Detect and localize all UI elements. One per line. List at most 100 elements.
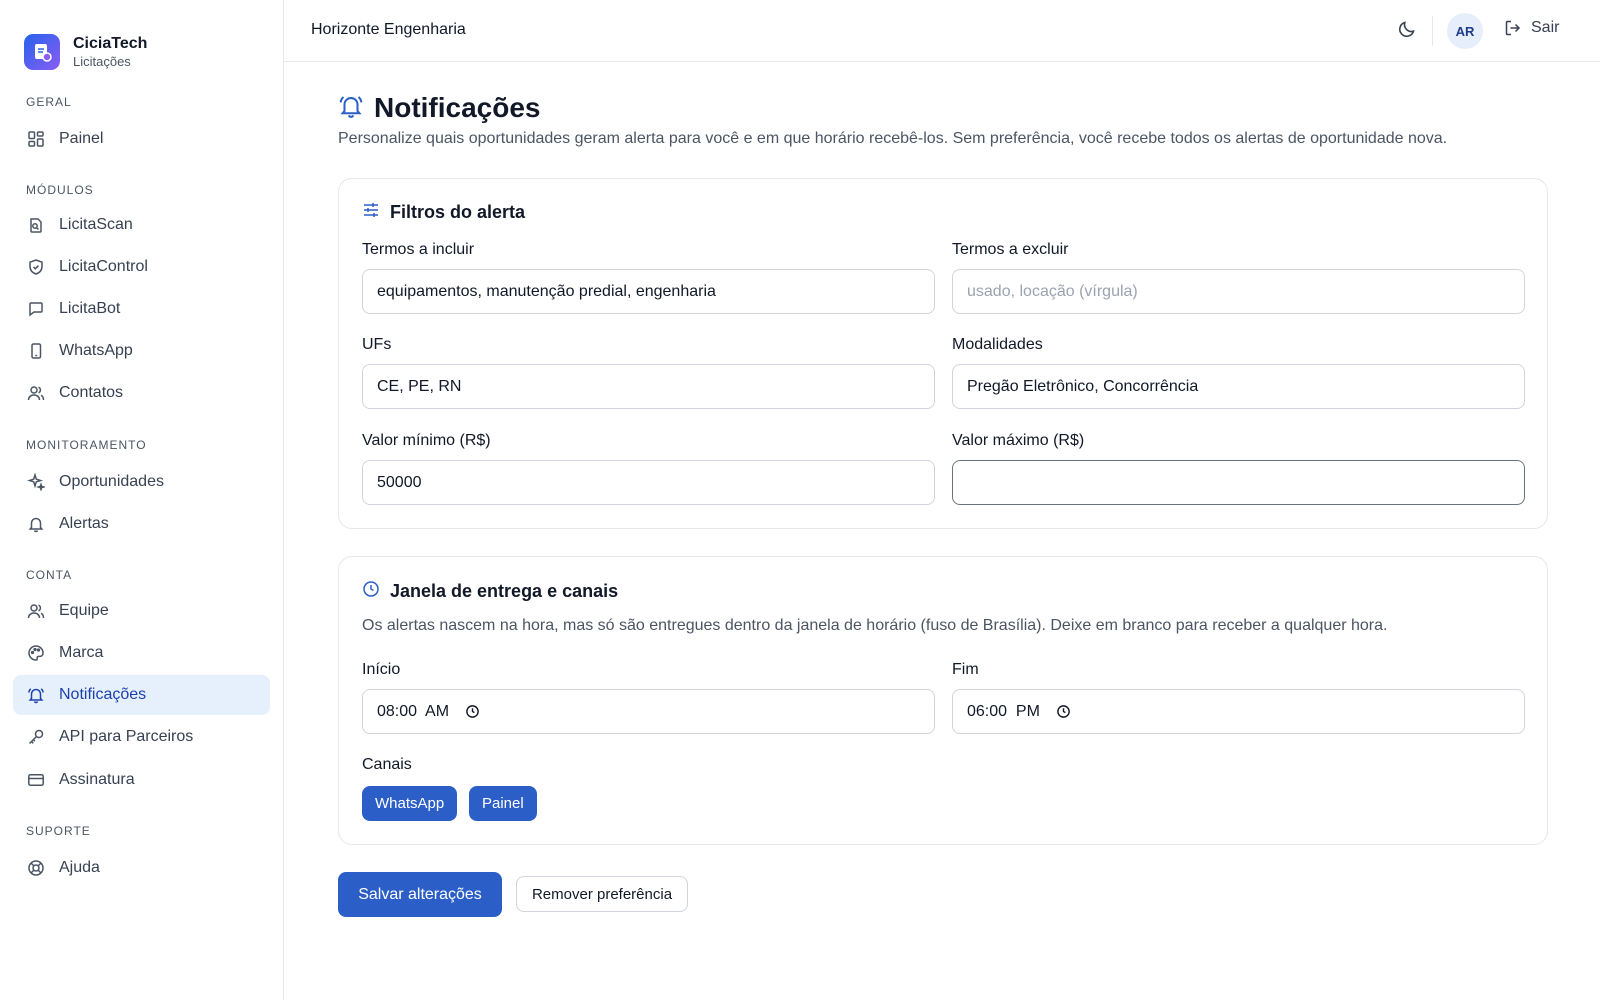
users-icon <box>27 602 45 620</box>
bell-icon <box>27 515 45 533</box>
filters-card-header: Filtros do alerta <box>362 201 525 224</box>
end-time-label: Fim <box>952 661 979 678</box>
sidebar-item-licitabot[interactable]: LicitaBot <box>13 289 270 329</box>
phone-icon <box>27 342 45 360</box>
users-icon <box>27 384 45 402</box>
chat-icon <box>27 300 45 318</box>
delivery-card: Janela de entrega e canais Os alertas na… <box>338 556 1548 845</box>
section-label-conta: CONTA <box>26 568 73 582</box>
ufs-input[interactable] <box>362 364 935 409</box>
clock-icon[interactable] <box>465 704 480 719</box>
section-label-suporte: SUPORTE <box>26 824 91 838</box>
company-name: Horizonte Engenharia <box>311 21 466 38</box>
lifebuoy-icon <box>27 859 45 877</box>
save-button[interactable]: Salvar alterações <box>338 872 502 917</box>
sidebar: CiciaTech Licitações GERAL Painel MÓDULO… <box>0 0 284 1000</box>
bell-ring-icon <box>338 93 364 124</box>
logout-button[interactable]: Sair <box>1504 19 1559 37</box>
sliders-icon <box>362 201 380 224</box>
sidebar-item-licitacontrol[interactable]: LicitaControl <box>13 247 270 287</box>
exclude-terms-input[interactable] <box>952 269 1525 314</box>
sidebar-item-oportunidades[interactable]: Oportunidades <box>13 462 270 502</box>
logout-icon <box>1504 19 1522 37</box>
avatar[interactable]: AR <box>1447 13 1483 49</box>
start-time-label: Início <box>362 661 401 678</box>
sidebar-item-equipe[interactable]: Equipe <box>13 591 270 631</box>
sidebar-item-api[interactable]: API para Parceiros <box>13 717 270 757</box>
theme-toggle-button[interactable] <box>1394 18 1420 44</box>
exclude-terms-label: Termos a excluir <box>952 241 1069 258</box>
sidebar-item-label: Contatos <box>59 384 124 401</box>
delivery-card-header: Janela de entrega e canais <box>362 580 618 603</box>
delivery-description: Os alertas nascem na hora, mas só são en… <box>362 617 1388 634</box>
file-scan-icon <box>27 216 45 234</box>
sidebar-item-label: Equipe <box>59 602 109 619</box>
key-icon <box>27 728 45 746</box>
include-terms-input[interactable] <box>362 269 935 314</box>
sidebar-item-label: LicitaScan <box>59 216 133 233</box>
clock-icon <box>362 580 380 603</box>
max-value-label: Valor máximo (R$) <box>952 432 1085 449</box>
moon-icon <box>1397 19 1417 44</box>
brand-name: CiciaTech <box>73 35 148 52</box>
sidebar-item-label: WhatsApp <box>59 342 133 359</box>
sidebar-item-ajuda[interactable]: Ajuda <box>13 848 270 888</box>
brand-subtitle: Licitações <box>73 54 131 69</box>
sidebar-item-label: Alertas <box>59 515 109 532</box>
brand[interactable]: CiciaTech Licitações <box>0 0 283 80</box>
sidebar-item-label: Assinatura <box>59 771 135 788</box>
sidebar-item-label: Ajuda <box>59 859 100 876</box>
ufs-label: UFs <box>362 336 392 353</box>
sidebar-item-label: LicitaBot <box>59 300 121 317</box>
top-header: Horizonte Engenharia AR Sair <box>284 0 1600 62</box>
delivery-card-title: Janela de entrega e canais <box>390 581 619 601</box>
channel-chip-painel[interactable]: Painel <box>469 786 537 821</box>
filters-card: Filtros do alerta Termos a incluir Termo… <box>338 178 1548 529</box>
sidebar-item-marca[interactable]: Marca <box>13 633 270 673</box>
start-time-value: 08:00 AM <box>377 702 450 720</box>
header-divider <box>1432 16 1433 46</box>
end-time-input[interactable]: 06:00 PM <box>952 689 1525 734</box>
modalidades-label: Modalidades <box>952 336 1043 353</box>
sidebar-item-label: Marca <box>59 644 104 661</box>
channel-chip-whatsapp[interactable]: WhatsApp <box>362 786 458 821</box>
sidebar-item-label: Notificações <box>59 686 147 703</box>
page-title-row: Notificações <box>338 92 541 124</box>
end-time-value: 06:00 PM <box>967 702 1040 720</box>
clock-icon[interactable] <box>1056 704 1071 719</box>
remove-preference-button[interactable]: Remover preferência <box>516 876 688 912</box>
sidebar-item-contatos[interactable]: Contatos <box>13 373 270 413</box>
palette-icon <box>27 644 45 662</box>
min-value-input[interactable] <box>362 460 935 505</box>
sidebar-item-licitascan[interactable]: LicitaScan <box>13 205 270 245</box>
modalidades-input[interactable] <box>952 364 1525 409</box>
sidebar-item-label: LicitaControl <box>59 258 148 275</box>
sidebar-item-painel[interactable]: Painel <box>13 119 270 159</box>
page-description: Personalize quais oportunidades geram al… <box>338 130 1448 147</box>
page-title: Notificações <box>374 92 541 123</box>
shield-check-icon <box>27 258 45 276</box>
sidebar-item-assinatura[interactable]: Assinatura <box>13 760 270 800</box>
max-value-input[interactable] <box>952 460 1525 505</box>
brand-logo <box>24 34 60 70</box>
sparkles-icon <box>27 473 45 491</box>
bell-ring-icon <box>27 686 45 704</box>
credit-card-icon <box>27 771 45 789</box>
document-icon <box>35 44 52 62</box>
sidebar-item-label: Painel <box>59 130 104 147</box>
start-time-input[interactable]: 08:00 AM <box>362 689 935 734</box>
sidebar-item-label: Oportunidades <box>59 473 164 490</box>
section-label-monitoramento: MONITORAMENTO <box>26 438 147 452</box>
section-label-modulos: MÓDULOS <box>26 183 94 197</box>
sidebar-item-label: API para Parceiros <box>59 728 194 745</box>
sidebar-item-alertas[interactable]: Alertas <box>13 504 270 544</box>
grid-icon <box>27 130 45 148</box>
include-terms-label: Termos a incluir <box>362 241 475 258</box>
channels-label: Canais <box>362 756 412 773</box>
section-label-geral: GERAL <box>26 95 72 109</box>
sidebar-item-notificacoes[interactable]: Notificações <box>13 675 270 715</box>
min-value-label: Valor mínimo (R$) <box>362 432 491 449</box>
logout-label: Sair <box>1531 19 1560 36</box>
sidebar-item-whatsapp[interactable]: WhatsApp <box>13 331 270 371</box>
filters-card-title: Filtros do alerta <box>390 202 526 222</box>
